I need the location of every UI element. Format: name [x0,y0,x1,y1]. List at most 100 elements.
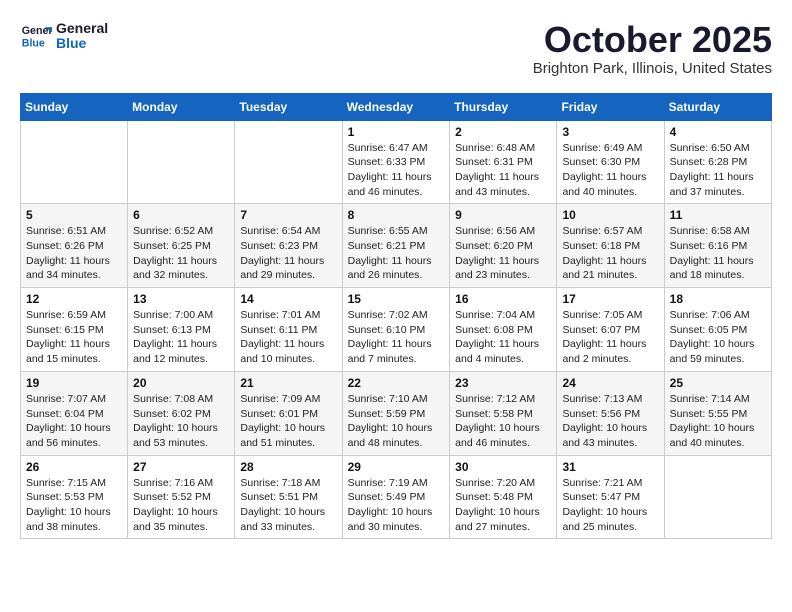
day-info: Sunrise: 7:04 AM Sunset: 6:08 PM Dayligh… [455,308,551,367]
day-info: Sunrise: 7:14 AM Sunset: 5:55 PM Dayligh… [670,392,766,451]
day-number: 13 [133,292,229,306]
day-number: 2 [455,125,551,139]
day-info: Sunrise: 7:10 AM Sunset: 5:59 PM Dayligh… [348,392,445,451]
weekday-header-friday: Friday [557,93,664,120]
calendar-cell: 1 Sunrise: 6:47 AM Sunset: 6:33 PM Daylig… [342,120,450,204]
calendar-week-5: 26Sunrise: 7:15 AM Sunset: 5:53 PM Dayli… [21,455,772,539]
day-info: Sunrise: 6:52 AM Sunset: 6:25 PM Dayligh… [133,224,229,283]
day-number: 22 [348,376,445,390]
calendar-week-2: 5Sunrise: 6:51 AM Sunset: 6:26 PM Daylig… [21,204,772,288]
svg-text:Blue: Blue [22,38,45,50]
calendar-cell: 19 Sunrise: 7:07 AM Sunset: 6:04 PM Dayli… [21,371,128,455]
day-number: 4 [670,125,766,139]
calendar-cell: 23 Sunrise: 7:12 AM Sunset: 5:58 PM Dayli… [450,371,557,455]
day-number: 11 [670,208,766,222]
day-number: 25 [670,376,766,390]
day-info: Sunrise: 7:12 AM Sunset: 5:58 PM Dayligh… [455,392,551,451]
day-info: Sunrise: 6:59 AM Sunset: 6:15 PM Dayligh… [26,308,122,367]
weekday-header-wednesday: Wednesday [342,93,450,120]
day-info: Sunrise: 6:55 AM Sunset: 6:21 PM Dayligh… [348,224,445,283]
day-number: 15 [348,292,445,306]
day-info: Sunrise: 7:19 AM Sunset: 5:49 PM Dayligh… [348,476,445,535]
page-header: General Blue General Blue October 2025 B… [20,20,772,77]
logo-general: General [56,21,108,36]
calendar-cell: 4 Sunrise: 6:50 AM Sunset: 6:28 PM Daylig… [664,120,771,204]
calendar-cell [21,120,128,204]
day-number: 23 [455,376,551,390]
calendar-cell: 2 Sunrise: 6:48 AM Sunset: 6:31 PM Daylig… [450,120,557,204]
day-number: 19 [26,376,122,390]
day-number: 14 [240,292,336,306]
location: Brighton Park, Illinois, United States [533,60,772,77]
calendar-cell: 7 Sunrise: 6:54 AM Sunset: 6:23 PM Daylig… [235,204,342,288]
day-info: Sunrise: 7:06 AM Sunset: 6:05 PM Dayligh… [670,308,766,367]
month-title: October 2025 [533,20,772,60]
logo: General Blue General Blue [20,20,108,52]
day-number: 8 [348,208,445,222]
day-number: 12 [26,292,122,306]
day-info: Sunrise: 7:18 AM Sunset: 5:51 PM Dayligh… [240,476,336,535]
day-info: Sunrise: 6:48 AM Sunset: 6:31 PM Dayligh… [455,141,551,200]
calendar-week-4: 19 Sunrise: 7:07 AM Sunset: 6:04 PM Dayli… [21,371,772,455]
calendar-table: SundayMondayTuesdayWednesdayThursdayFrid… [20,93,772,540]
calendar-week-3: 12 Sunrise: 6:59 AM Sunset: 6:15 PM Dayli… [21,288,772,372]
calendar-cell: 12 Sunrise: 6:59 AM Sunset: 6:15 PM Dayli… [21,288,128,372]
logo-icon: General Blue [20,20,52,52]
calendar-cell: 18 Sunrise: 7:06 AM Sunset: 6:05 PM Dayli… [664,288,771,372]
day-info: Sunrise: 6:54 AM Sunset: 6:23 PM Dayligh… [240,224,336,283]
day-info: Sunrise: 7:08 AM Sunset: 6:02 PM Dayligh… [133,392,229,451]
day-number: 24 [562,376,658,390]
weekday-header-monday: Monday [128,93,235,120]
weekday-header-sunday: Sunday [21,93,128,120]
day-number: 30 [455,460,551,474]
day-info: Sunrise: 7:07 AM Sunset: 6:04 PM Dayligh… [26,392,122,451]
day-info: Sunrise: 7:20 AM Sunset: 5:48 PM Dayligh… [455,476,551,535]
calendar-cell: 20 Sunrise: 7:08 AM Sunset: 6:02 PM Dayli… [128,371,235,455]
day-info: Sunrise: 6:50 AM Sunset: 6:28 PM Dayligh… [670,141,766,200]
day-number: 21 [240,376,336,390]
calendar-cell [664,455,771,539]
calendar-cell: 10Sunrise: 6:57 AM Sunset: 6:18 PM Dayli… [557,204,664,288]
day-info: Sunrise: 7:01 AM Sunset: 6:11 PM Dayligh… [240,308,336,367]
day-number: 6 [133,208,229,222]
day-number: 16 [455,292,551,306]
calendar-cell: 9Sunrise: 6:56 AM Sunset: 6:20 PM Daylig… [450,204,557,288]
calendar-cell [128,120,235,204]
day-number: 5 [26,208,122,222]
calendar-cell: 28Sunrise: 7:18 AM Sunset: 5:51 PM Dayli… [235,455,342,539]
calendar-cell: 13 Sunrise: 7:00 AM Sunset: 6:13 PM Dayli… [128,288,235,372]
day-number: 7 [240,208,336,222]
logo-blue: Blue [56,36,108,51]
day-number: 26 [26,460,122,474]
calendar-cell: 22 Sunrise: 7:10 AM Sunset: 5:59 PM Dayli… [342,371,450,455]
calendar-cell: 27Sunrise: 7:16 AM Sunset: 5:52 PM Dayli… [128,455,235,539]
day-info: Sunrise: 7:09 AM Sunset: 6:01 PM Dayligh… [240,392,336,451]
weekday-header-saturday: Saturday [664,93,771,120]
calendar-cell: 14 Sunrise: 7:01 AM Sunset: 6:11 PM Dayli… [235,288,342,372]
calendar-cell: 31Sunrise: 7:21 AM Sunset: 5:47 PM Dayli… [557,455,664,539]
calendar-cell: 3Sunrise: 6:49 AM Sunset: 6:30 PM Daylig… [557,120,664,204]
title-block: October 2025 Brighton Park, Illinois, Un… [533,20,772,77]
day-info: Sunrise: 7:02 AM Sunset: 6:10 PM Dayligh… [348,308,445,367]
calendar-cell: 30 Sunrise: 7:20 AM Sunset: 5:48 PM Dayli… [450,455,557,539]
calendar-cell: 5Sunrise: 6:51 AM Sunset: 6:26 PM Daylig… [21,204,128,288]
day-number: 18 [670,292,766,306]
day-info: Sunrise: 7:00 AM Sunset: 6:13 PM Dayligh… [133,308,229,367]
day-number: 20 [133,376,229,390]
calendar-cell: 16 Sunrise: 7:04 AM Sunset: 6:08 PM Dayli… [450,288,557,372]
calendar-cell: 24Sunrise: 7:13 AM Sunset: 5:56 PM Dayli… [557,371,664,455]
day-info: Sunrise: 6:47 AM Sunset: 6:33 PM Dayligh… [348,141,445,200]
svg-text:General: General [22,25,52,37]
calendar-cell: 6 Sunrise: 6:52 AM Sunset: 6:25 PM Daylig… [128,204,235,288]
calendar-cell: 17Sunrise: 7:05 AM Sunset: 6:07 PM Dayli… [557,288,664,372]
calendar-week-1: 1 Sunrise: 6:47 AM Sunset: 6:33 PM Daylig… [21,120,772,204]
day-number: 3 [562,125,658,139]
calendar-cell: 29Sunrise: 7:19 AM Sunset: 5:49 PM Dayli… [342,455,450,539]
day-number: 9 [455,208,551,222]
calendar-cell: 26Sunrise: 7:15 AM Sunset: 5:53 PM Dayli… [21,455,128,539]
day-info: Sunrise: 6:58 AM Sunset: 6:16 PM Dayligh… [670,224,766,283]
day-number: 1 [348,125,445,139]
calendar-cell [235,120,342,204]
calendar-cell: 25 Sunrise: 7:14 AM Sunset: 5:55 PM Dayli… [664,371,771,455]
calendar-cell: 21 Sunrise: 7:09 AM Sunset: 6:01 PM Dayli… [235,371,342,455]
